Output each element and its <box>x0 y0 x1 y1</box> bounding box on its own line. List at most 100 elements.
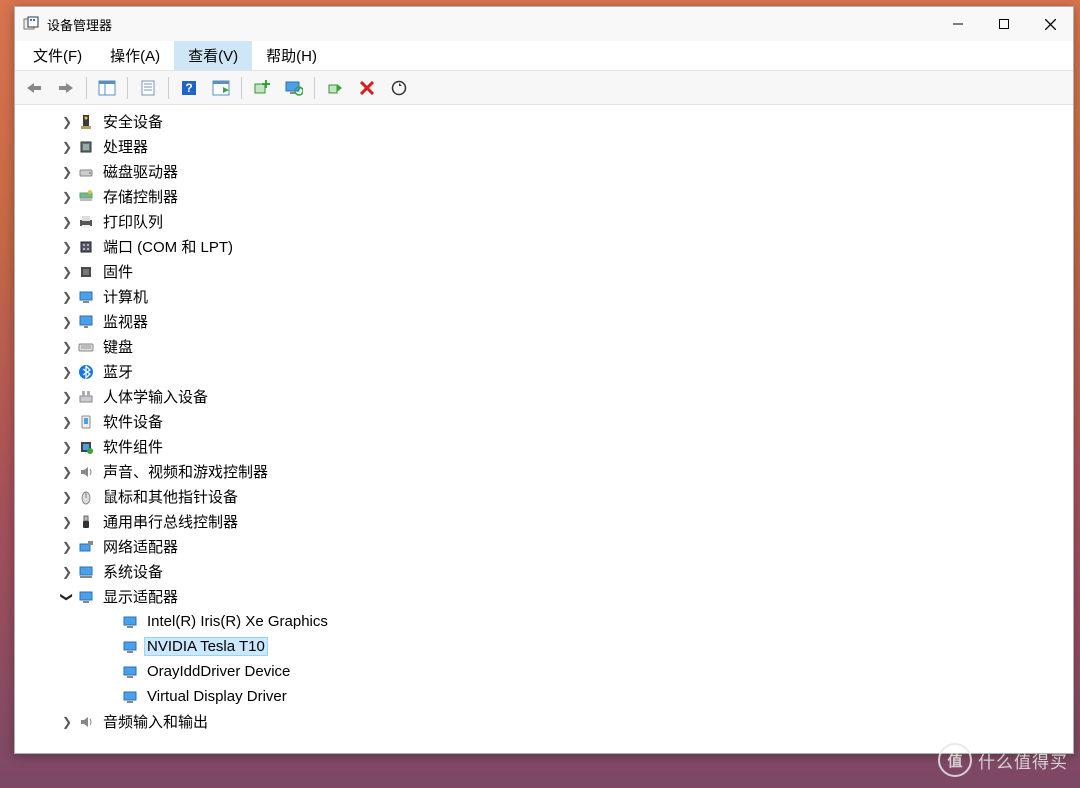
close-button[interactable] <box>1027 7 1073 41</box>
chevron-right-icon[interactable]: ❯ <box>59 340 75 354</box>
tree-node-computer[interactable]: ❯ 计算机 <box>23 284 1073 309</box>
tree-node-software-components[interactable]: ❯ 软件组件 <box>23 434 1073 459</box>
arrow-right-icon <box>57 81 75 95</box>
tree-node-virtual-display[interactable]: Virtual Display Driver <box>23 684 1073 709</box>
audio-icon <box>77 713 95 731</box>
tree-label: 端口 (COM 和 LPT) <box>101 236 235 257</box>
properties-button[interactable] <box>133 74 163 102</box>
tree-node-firmware[interactable]: ❯ 固件 <box>23 259 1073 284</box>
show-hide-tree-button[interactable] <box>92 74 122 102</box>
scan-for-changes-button[interactable] <box>384 74 414 102</box>
tree-node-monitors[interactable]: ❯ 监视器 <box>23 309 1073 334</box>
device-manager-window: 设备管理器 文件(F) 操作(A) 查看(V) 帮助(H) ? <box>14 6 1074 754</box>
tree-pane-icon <box>98 80 116 96</box>
tree-label: 声音、视频和游戏控制器 <box>101 461 270 482</box>
software-component-icon <box>77 438 95 456</box>
tree-node-software-devices[interactable]: ❯ 软件设备 <box>23 409 1073 434</box>
security-device-icon <box>77 113 95 131</box>
scan-hardware-button[interactable] <box>206 74 236 102</box>
arrow-left-icon <box>25 81 43 95</box>
tree-node-hid[interactable]: ❯ 人体学输入设备 <box>23 384 1073 409</box>
tree-node-display-adapters[interactable]: ❯ 显示适配器 <box>23 584 1073 609</box>
tree-label: 计算机 <box>101 286 150 307</box>
menu-view[interactable]: 查看(V) <box>174 41 252 70</box>
tree-node-storage-controllers[interactable]: ❯ 存储控制器 <box>23 184 1073 209</box>
chevron-right-icon[interactable]: ❯ <box>59 465 75 479</box>
tree-node-security-devices[interactable]: ❯ 安全设备 <box>23 109 1073 134</box>
forward-button[interactable] <box>51 74 81 102</box>
tree-label: 音频输入和输出 <box>101 711 210 732</box>
tree-node-network-adapters[interactable]: ❯ 网络适配器 <box>23 534 1073 559</box>
add-legacy-hardware-button[interactable] <box>247 74 277 102</box>
tree-label: 蓝牙 <box>101 361 135 382</box>
tree-node-system-devices[interactable]: ❯ 系统设备 <box>23 559 1073 584</box>
gpu-icon <box>121 663 139 681</box>
tree-node-nvidia-tesla[interactable]: NVIDIA Tesla T10 <box>23 634 1073 659</box>
menu-file[interactable]: 文件(F) <box>19 41 96 70</box>
toolbar-separator <box>168 77 169 99</box>
chevron-right-icon[interactable]: ❯ <box>59 115 75 129</box>
chevron-right-icon[interactable]: ❯ <box>59 440 75 454</box>
tree-node-processors[interactable]: ❯ 处理器 <box>23 134 1073 159</box>
tree-node-bluetooth[interactable]: ❯ 蓝牙 <box>23 359 1073 384</box>
speaker-icon <box>77 463 95 481</box>
toolbar-separator <box>241 77 242 99</box>
help-button[interactable]: ? <box>174 74 204 102</box>
chevron-right-icon[interactable]: ❯ <box>59 540 75 554</box>
tree-label: Virtual Display Driver <box>145 688 289 705</box>
tree-label: 通用串行总线控制器 <box>101 511 240 532</box>
back-button[interactable] <box>19 74 49 102</box>
network-adapter-icon <box>77 538 95 556</box>
chevron-right-icon[interactable]: ❯ <box>59 290 75 304</box>
chevron-down-icon[interactable]: ❯ <box>60 589 74 605</box>
tree-label: 磁盘驱动器 <box>101 161 180 182</box>
device-tree[interactable]: ❯ 安全设备 ❯ 处理器 ❯ 磁盘驱动器 ❯ 存储控制器 ❯ 打印队列 ❯ <box>15 105 1073 753</box>
chevron-right-icon[interactable]: ❯ <box>59 715 75 729</box>
chevron-right-icon[interactable]: ❯ <box>59 215 75 229</box>
menu-help[interactable]: 帮助(H) <box>252 41 331 70</box>
minimize-button[interactable] <box>935 7 981 41</box>
app-icon <box>23 16 39 32</box>
uninstall-device-button[interactable] <box>352 74 382 102</box>
gpu-icon <box>121 638 139 656</box>
tree-node-sound-video-game[interactable]: ❯ 声音、视频和游戏控制器 <box>23 459 1073 484</box>
tree-label: OrayIddDriver Device <box>145 663 292 680</box>
hid-icon <box>77 388 95 406</box>
update-driver-button[interactable] <box>279 74 309 102</box>
tree-node-mice[interactable]: ❯ 鼠标和其他指针设备 <box>23 484 1073 509</box>
chevron-right-icon[interactable]: ❯ <box>59 265 75 279</box>
tree-label: 人体学输入设备 <box>101 386 210 407</box>
tree-node-print-queues[interactable]: ❯ 打印队列 <box>23 209 1073 234</box>
tree-node-oray-driver[interactable]: OrayIddDriver Device <box>23 659 1073 684</box>
maximize-button[interactable] <box>981 7 1027 41</box>
menubar: 文件(F) 操作(A) 查看(V) 帮助(H) <box>15 41 1073 71</box>
tree-node-usb[interactable]: ❯ 通用串行总线控制器 <box>23 509 1073 534</box>
keyboard-icon <box>77 338 95 356</box>
tree-label: Intel(R) Iris(R) Xe Graphics <box>145 613 330 630</box>
enable-device-button[interactable] <box>320 74 350 102</box>
chevron-right-icon[interactable]: ❯ <box>59 390 75 404</box>
firmware-icon <box>77 263 95 281</box>
chevron-right-icon[interactable]: ❯ <box>59 190 75 204</box>
tree-node-intel-iris[interactable]: Intel(R) Iris(R) Xe Graphics <box>23 609 1073 634</box>
chevron-right-icon[interactable]: ❯ <box>59 565 75 579</box>
svg-text:?: ? <box>185 81 192 95</box>
tree-node-keyboards[interactable]: ❯ 键盘 <box>23 334 1073 359</box>
tree-label: 系统设备 <box>101 561 165 582</box>
chevron-right-icon[interactable]: ❯ <box>59 515 75 529</box>
menu-action[interactable]: 操作(A) <box>96 41 174 70</box>
chevron-right-icon[interactable]: ❯ <box>59 365 75 379</box>
chevron-right-icon[interactable]: ❯ <box>59 315 75 329</box>
tree-node-ports[interactable]: ❯ 端口 (COM 和 LPT) <box>23 234 1073 259</box>
chevron-right-icon[interactable]: ❯ <box>59 240 75 254</box>
tree-label: 打印队列 <box>101 211 165 232</box>
tree-label: 键盘 <box>101 336 135 357</box>
chevron-right-icon[interactable]: ❯ <box>59 490 75 504</box>
chevron-right-icon[interactable]: ❯ <box>59 140 75 154</box>
tree-node-audio-io[interactable]: ❯ 音频输入和输出 <box>23 709 1073 734</box>
chevron-right-icon[interactable]: ❯ <box>59 415 75 429</box>
chevron-right-icon[interactable]: ❯ <box>59 165 75 179</box>
tree-node-disk-drives[interactable]: ❯ 磁盘驱动器 <box>23 159 1073 184</box>
monitor-icon <box>77 313 95 331</box>
system-device-icon <box>77 563 95 581</box>
